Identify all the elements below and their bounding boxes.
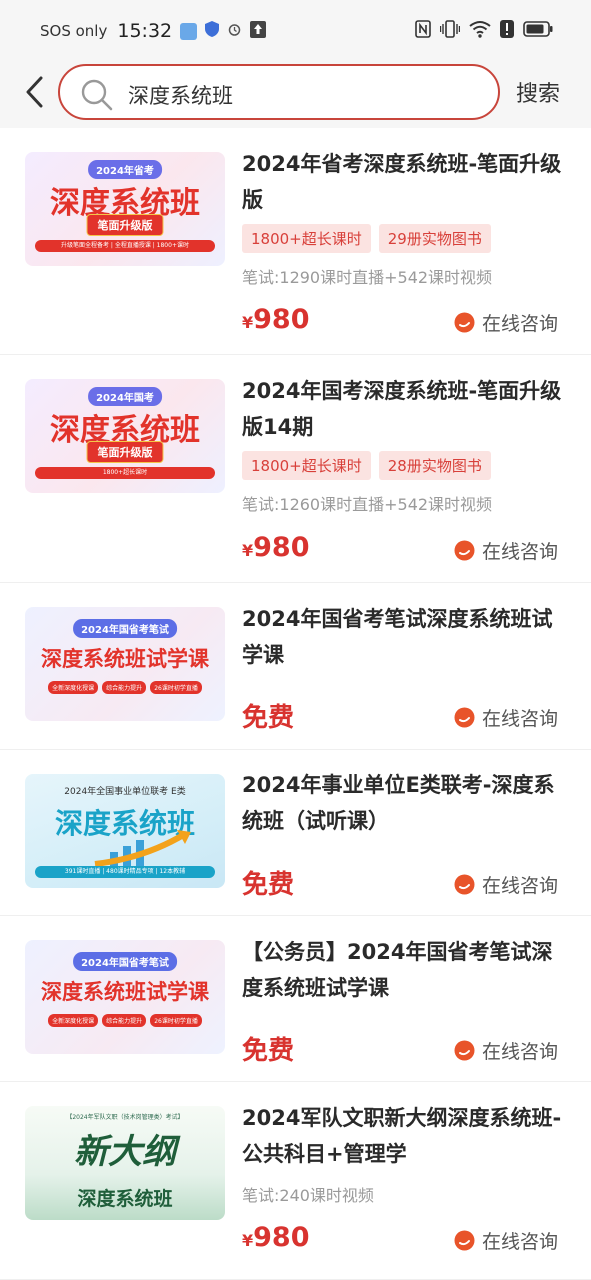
- chat-icon: [454, 707, 475, 728]
- thumb-ribbon: 笔面升级版: [86, 441, 164, 463]
- thumb-headline: 新大纲: [74, 1132, 176, 1172]
- chat-icon: [454, 312, 475, 333]
- chat-icon: [454, 540, 475, 561]
- thumb-badge: 2024年省考: [88, 160, 162, 179]
- search-button[interactable]: 搜索: [516, 76, 560, 108]
- course-item[interactable]: 2024年国省考笔试 深度系统班试学课 全新深度化授课 综合能力提升 26课时初…: [0, 583, 591, 750]
- consult-label: 在线咨询: [482, 875, 559, 897]
- course-item[interactable]: 2024年省考 深度系统班 笔面升级版 升级笔面全程备考 | 全程直播授课 | …: [0, 128, 591, 355]
- vibrate-icon: [439, 20, 461, 42]
- course-price: ¥980: [242, 1222, 310, 1253]
- course-desc: 笔试:1260课时直播+542课时视频: [242, 495, 493, 514]
- chat-icon: [454, 1230, 475, 1251]
- thumb-strip-text: 391课时直播 | 480课时精品专项 | 12本教辅: [64, 868, 186, 875]
- currency-symbol: ¥: [242, 1231, 254, 1250]
- search-input[interactable]: 深度系统班: [58, 64, 500, 120]
- search-query: 深度系统班: [128, 84, 233, 108]
- thumb-subline: 深度系统班: [77, 1188, 173, 1210]
- chat-icon: [454, 1040, 475, 1061]
- price-amount: 980: [253, 1222, 310, 1253]
- status-bar: SOS only 15:32: [0, 0, 591, 58]
- consult-label: 在线咨询: [482, 1231, 559, 1253]
- course-thumbnail[interactable]: 【2024年军队文职（技术岗管理类）考试】 新大纲 深度系统班: [25, 1106, 225, 1220]
- course-price: ¥980: [242, 532, 310, 563]
- thumb-badge: 【2024年军队文职（技术岗管理类）考试】: [66, 1114, 184, 1121]
- course-thumbnail[interactable]: 2024年国省考笔试 深度系统班试学课 全新深度化授课 综合能力提升 26课时初…: [25, 607, 225, 721]
- thumb-badge: 2024年国省考笔试: [73, 952, 177, 971]
- course-item[interactable]: 2024年国考 深度系统班 笔面升级版 1800+超长课时 2024年国考深度系…: [0, 355, 591, 583]
- shield-icon: [205, 21, 220, 41]
- consult-button[interactable]: 在线咨询: [454, 871, 558, 898]
- course-item[interactable]: 2024年国省考笔试 深度系统班试学课 全新深度化授课 综合能力提升 26课时初…: [0, 916, 591, 1082]
- consult-button[interactable]: 在线咨询: [454, 1037, 558, 1064]
- course-desc: 笔试:240课时视频: [242, 1186, 374, 1205]
- thumb-headline: 深度系统班试学课: [41, 980, 209, 1004]
- course-title[interactable]: 2024年省考深度系统班-笔面升级版: [242, 146, 562, 218]
- course-tag: 29册实物图书: [378, 224, 491, 253]
- thumb-strip-text: 升级笔面全程备考 | 全程直播授课 | 1800+课时: [61, 242, 189, 249]
- course-title[interactable]: 2024年国考深度系统班-笔面升级版14期: [242, 373, 562, 445]
- course-desc: 笔试:1290课时直播+542课时视频: [242, 268, 493, 287]
- consult-label: 在线咨询: [482, 313, 559, 335]
- course-price: 免费: [242, 703, 295, 733]
- back-button[interactable]: [16, 72, 52, 112]
- consult-button[interactable]: 在线咨询: [454, 704, 558, 731]
- thumb-badge: 2024年国考: [88, 387, 162, 406]
- thumb-headline: 深度系统班试学课: [41, 647, 209, 671]
- course-thumbnail[interactable]: 2024年全国事业单位联考 E类 深度系统班 391课时直播 | 480课时精品…: [25, 774, 225, 888]
- currency-symbol: ¥: [242, 313, 254, 332]
- consult-button[interactable]: 在线咨询: [454, 1227, 558, 1254]
- course-tags: 1800+超长课时 28册实物图书: [242, 451, 491, 480]
- course-tag: 1800+超长课时: [242, 224, 371, 253]
- alarm-icon: [227, 22, 242, 41]
- course-price: 免费: [242, 870, 295, 900]
- thumb-pill: 全新深度化授课: [48, 681, 99, 694]
- wifi-icon: [469, 20, 491, 42]
- course-thumbnail[interactable]: 2024年国省考笔试 深度系统班试学课 全新深度化授课 综合能力提升 26课时初…: [25, 940, 225, 1054]
- course-title[interactable]: 2024年国省考笔试深度系统班试学课: [242, 601, 562, 673]
- course-thumbnail[interactable]: 2024年国考 深度系统班 笔面升级版 1800+超长课时: [25, 379, 225, 493]
- search-header: 深度系统班 搜索: [0, 58, 591, 128]
- carrier-text: SOS only: [40, 22, 108, 40]
- course-item[interactable]: 【2024年军队文职（技术岗管理类）考试】 新大纲 深度系统班 2024军队文职…: [0, 1082, 591, 1280]
- thumb-pill: 26课时初学直播: [150, 1014, 202, 1027]
- thumb-badge: 2024年全国事业单位联考 E类: [64, 787, 186, 797]
- thumb-ribbon: 笔面升级版: [86, 214, 164, 236]
- consult-label: 在线咨询: [482, 708, 559, 730]
- chevron-left-icon: [26, 76, 43, 108]
- course-title[interactable]: 2024军队文职新大纲深度系统班-公共科目+管理学: [242, 1100, 562, 1172]
- consult-label: 在线咨询: [482, 1041, 559, 1063]
- currency-symbol: ¥: [242, 541, 254, 560]
- upload-icon: [250, 20, 267, 42]
- course-title[interactable]: 【公务员】2024年国省考笔试深度系统班试学课: [242, 934, 562, 1006]
- course-thumbnail[interactable]: 2024年省考 深度系统班 笔面升级版 升级笔面全程备考 | 全程直播授课 | …: [25, 152, 225, 266]
- chat-icon: [454, 874, 475, 895]
- battery-icon: [523, 21, 553, 41]
- thumb-strip-text: 1800+超长课时: [102, 469, 148, 476]
- growth-arrow-icon: [94, 830, 191, 867]
- price-amount: 980: [253, 532, 310, 563]
- thumb-badge: 2024年国省考笔试: [73, 619, 177, 638]
- course-tag: 1800+超长课时: [242, 451, 371, 480]
- course-title[interactable]: 2024年事业单位E类联考-深度系统班（试听课）: [242, 767, 562, 839]
- thumb-pill: 26课时初学直播: [150, 681, 202, 694]
- clock: 15:32: [117, 20, 173, 42]
- price-amount: 980: [253, 304, 310, 335]
- search-icon: [81, 79, 113, 111]
- course-item[interactable]: 2024年全国事业单位联考 E类 深度系统班 391课时直播 | 480课时精品…: [0, 750, 591, 916]
- consult-label: 在线咨询: [482, 541, 559, 563]
- course-tags: 1800+超长课时 29册实物图书: [242, 224, 491, 253]
- weather-icon: [180, 22, 198, 40]
- consult-button[interactable]: 在线咨询: [454, 309, 558, 336]
- thumb-pill: 全新深度化授课: [48, 1014, 99, 1027]
- alert-icon: [500, 20, 514, 42]
- course-price: ¥980: [242, 304, 310, 335]
- nfc-icon: [415, 20, 431, 42]
- thumb-pill: 综合能力提升: [102, 1014, 147, 1027]
- consult-button[interactable]: 在线咨询: [454, 537, 558, 564]
- thumb-pill: 综合能力提升: [102, 681, 147, 694]
- course-tag: 28册实物图书: [378, 451, 491, 480]
- course-price: 免费: [242, 1036, 295, 1066]
